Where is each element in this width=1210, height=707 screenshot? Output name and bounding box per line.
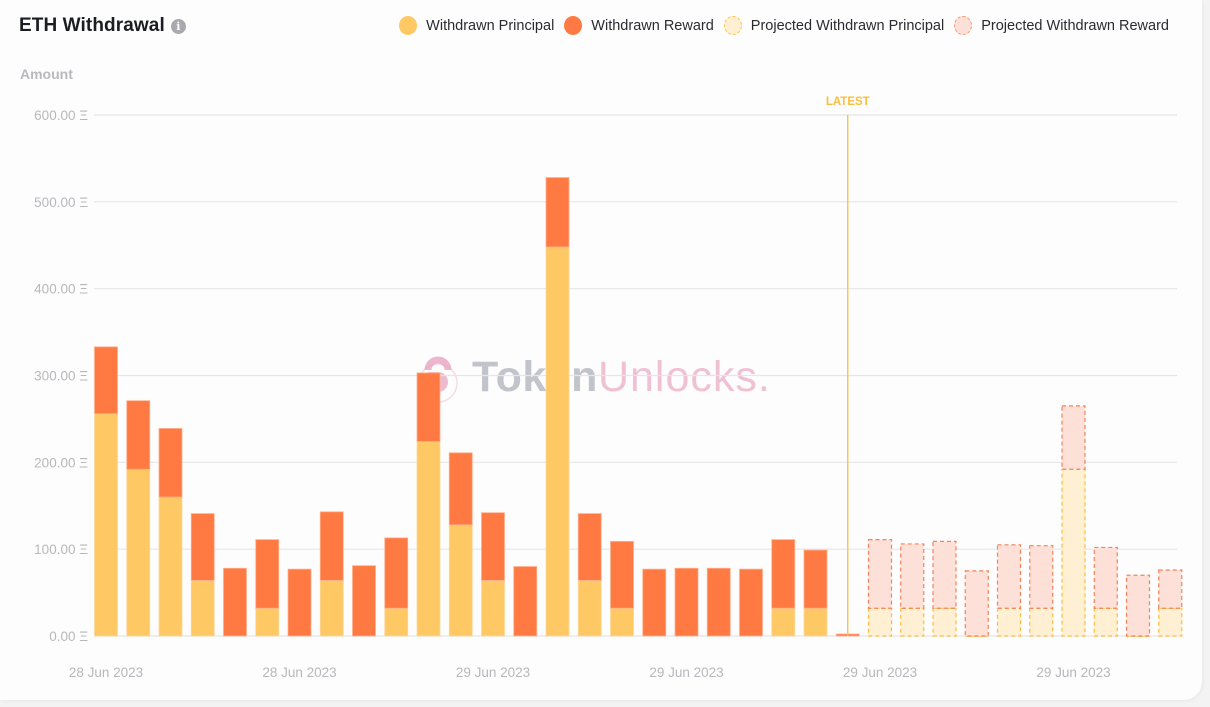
bar-projected-withdrawn-principal[interactable] — [867, 607, 893, 637]
bar-projected-withdrawn-reward[interactable] — [900, 543, 925, 609]
x-tick-label: 28 Jun 2023 — [262, 665, 336, 680]
bar-projected-withdrawn-reward[interactable] — [996, 544, 1022, 609]
bar-withdrawn-principal[interactable] — [545, 246, 570, 637]
bar-withdrawn-reward[interactable] — [352, 565, 376, 637]
y-tick-label: 0.00 Ξ — [49, 629, 88, 644]
latest-label: LATEST — [826, 96, 870, 108]
bar-projected-withdrawn-principal[interactable] — [1061, 468, 1086, 637]
y-tick-label: 500.00 Ξ — [34, 195, 88, 210]
bar-withdrawn-reward[interactable] — [803, 549, 828, 609]
bar-withdrawn-reward[interactable] — [577, 513, 602, 581]
bar-withdrawn-reward[interactable] — [416, 372, 441, 442]
bar-withdrawn-principal[interactable] — [610, 607, 634, 637]
bar-withdrawn-reward[interactable] — [674, 567, 699, 637]
bar-projected-withdrawn-reward[interactable] — [932, 540, 957, 609]
bar-chart: 0.00 Ξ 100.00 Ξ 200.00 Ξ 300.00 Ξ 400.00 Ξ 50… — [34, 96, 1183, 680]
bar-withdrawn-principal[interactable] — [771, 607, 796, 637]
bar-withdrawn-reward[interactable] — [94, 346, 118, 415]
chart-card: ETH Withdrawal i Withdrawn Principal Wit… — [0, 0, 1202, 700]
bar-withdrawn-reward[interactable] — [739, 568, 763, 637]
bar-projected-withdrawn-reward[interactable] — [964, 570, 989, 637]
bar-withdrawn-principal[interactable] — [384, 607, 409, 637]
bar-projected-withdrawn-principal[interactable] — [1029, 607, 1054, 637]
bar-projected-withdrawn-principal[interactable] — [900, 607, 925, 637]
bar-withdrawn-reward[interactable] — [287, 568, 312, 637]
bar-withdrawn-reward[interactable] — [319, 511, 344, 581]
bar-withdrawn-principal[interactable] — [577, 580, 602, 637]
x-tick-label: 29 Jun 2023 — [843, 665, 917, 680]
latest-marker-layer: LATEST — [826, 96, 870, 636]
bar-withdrawn-reward[interactable] — [223, 567, 247, 637]
bar-projected-withdrawn-principal[interactable] — [1158, 607, 1183, 637]
bar-withdrawn-principal[interactable] — [190, 580, 215, 637]
bar-withdrawn-reward[interactable] — [642, 568, 667, 637]
bar-withdrawn-principal[interactable] — [481, 580, 505, 637]
bar-withdrawn-reward[interactable] — [190, 513, 215, 581]
bar-withdrawn-principal[interactable] — [416, 441, 441, 637]
bar-withdrawn-reward[interactable] — [513, 566, 538, 637]
bar-withdrawn-principal[interactable] — [448, 524, 473, 637]
bar-projected-withdrawn-reward[interactable] — [1158, 569, 1183, 609]
bar-withdrawn-principal[interactable] — [158, 496, 183, 637]
bar-projected-withdrawn-principal[interactable] — [1093, 607, 1118, 637]
y-tick-label: 400.00 Ξ — [34, 282, 88, 297]
y-tick-label: 300.00 Ξ — [34, 369, 88, 384]
y-tick-label: 600.00 Ξ — [34, 108, 88, 123]
bar-withdrawn-reward[interactable] — [158, 428, 183, 498]
bar-projected-withdrawn-reward[interactable] — [1029, 545, 1054, 609]
bar-withdrawn-reward[interactable] — [545, 177, 570, 248]
bar-projected-withdrawn-reward[interactable] — [867, 539, 893, 609]
bar-projected-withdrawn-reward[interactable] — [1125, 574, 1151, 637]
y-tick-label: 100.00 Ξ — [34, 542, 88, 557]
bar-projected-withdrawn-reward[interactable] — [1061, 405, 1086, 470]
bar-withdrawn-reward[interactable] — [706, 567, 731, 637]
bar-withdrawn-reward[interactable] — [255, 539, 280, 609]
bar-withdrawn-principal[interactable] — [255, 607, 280, 637]
x-tick-label: 29 Jun 2023 — [649, 665, 723, 680]
y-tick-label: 200.00 Ξ — [34, 455, 88, 470]
bar-withdrawn-reward[interactable] — [610, 540, 634, 609]
bar-projected-withdrawn-principal[interactable] — [996, 607, 1022, 637]
x-tick-label: 28 Jun 2023 — [69, 665, 143, 680]
x-tick-label: 29 Jun 2023 — [1036, 665, 1110, 680]
x-axis-layer: 28 Jun 2023 28 Jun 2023 29 Jun 2023 29 Jun … — [69, 665, 1111, 680]
bar-projected-withdrawn-principal[interactable] — [932, 607, 957, 637]
bar-withdrawn-principal[interactable] — [94, 413, 118, 637]
bar-withdrawn-reward[interactable] — [448, 452, 473, 526]
x-tick-label: 29 Jun 2023 — [456, 665, 530, 680]
bar-withdrawn-principal[interactable] — [126, 468, 151, 637]
bar-withdrawn-reward[interactable] — [384, 537, 409, 609]
bar-projected-withdrawn-reward[interactable] — [1093, 546, 1118, 609]
bar-withdrawn-principal[interactable] — [319, 580, 344, 637]
bar-withdrawn-reward[interactable] — [771, 539, 796, 609]
bar-withdrawn-reward[interactable] — [481, 512, 505, 581]
bar-layer — [94, 177, 1183, 637]
bar-withdrawn-principal[interactable] — [803, 607, 828, 637]
bar-withdrawn-reward[interactable] — [126, 400, 151, 470]
